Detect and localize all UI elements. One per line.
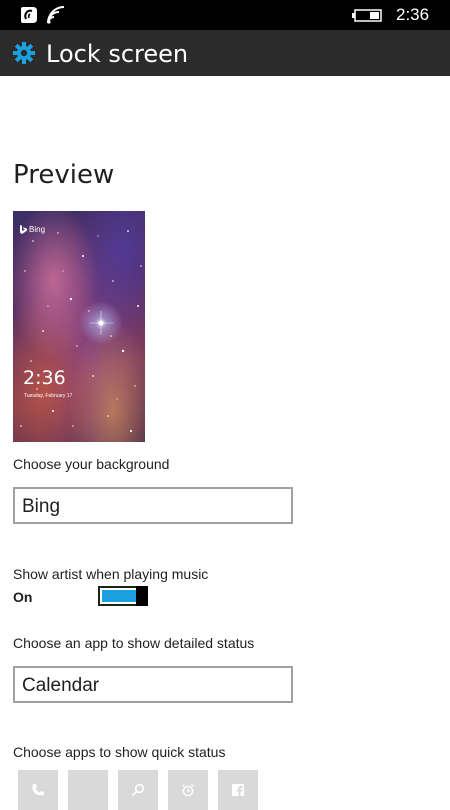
- nfc-icon: [21, 7, 37, 23]
- lock-screen-preview: Bing 2:36 Tuesday, February 17: [13, 211, 145, 442]
- quick-status-slot-search[interactable]: [118, 770, 158, 810]
- bing-logo-text: Bing: [29, 225, 46, 234]
- page-title: Lock screen: [46, 40, 189, 68]
- preview-date: Tuesday, February 17: [24, 393, 73, 399]
- bing-logo: Bing: [20, 225, 45, 234]
- background-select[interactable]: Bing: [13, 487, 293, 524]
- artist-toggle[interactable]: [98, 586, 148, 606]
- detailed-status-select[interactable]: Calendar: [13, 666, 293, 703]
- battery-icon: [352, 9, 382, 22]
- gear-icon: [13, 42, 35, 64]
- status-bar: 2:36: [0, 0, 450, 30]
- status-time: 2:36: [396, 5, 430, 24]
- alarm-icon: [182, 784, 194, 797]
- quick-status-label: Choose apps to show quick status: [13, 744, 226, 760]
- preview-heading: Preview: [13, 160, 115, 190]
- preview-clock: 2:36: [23, 367, 66, 389]
- toggle-thumb[interactable]: [136, 586, 148, 606]
- artist-toggle-state: On: [13, 589, 33, 605]
- quick-status-slot-empty[interactable]: [68, 770, 108, 810]
- wifi-signal-icon: [47, 6, 65, 24]
- detailed-status-select-value: Calendar: [22, 675, 100, 696]
- search-icon: [131, 783, 145, 797]
- bing-icon: [20, 225, 27, 234]
- quick-status-slot-facebook[interactable]: [218, 770, 258, 810]
- artist-label: Show artist when playing music: [13, 566, 209, 582]
- phone-icon: [32, 784, 44, 796]
- star-field: [20, 230, 142, 433]
- facebook-icon: [232, 784, 244, 797]
- background-label: Choose your background: [13, 456, 170, 472]
- background-select-value: Bing: [22, 496, 61, 517]
- toggle-fill: [102, 590, 136, 602]
- quick-status-slot-alarm[interactable]: [168, 770, 208, 810]
- quick-status-slot-phone[interactable]: [18, 770, 58, 810]
- detailed-status-label: Choose an app to show detailed status: [13, 635, 255, 651]
- page-header: Lock screen: [0, 30, 450, 76]
